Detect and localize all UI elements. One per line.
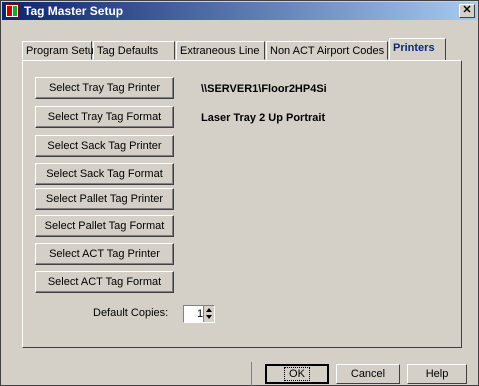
- ok-label: OK: [284, 367, 310, 381]
- select-pallet-tag-format-button[interactable]: Select Pallet Tag Format: [35, 215, 174, 237]
- tab-printers[interactable]: Printers: [389, 38, 446, 60]
- tray-format-value: Laser Tray 2 Up Portrait: [201, 112, 326, 124]
- title-bar[interactable]: Tag Master Setup ✕: [2, 2, 477, 20]
- default-copies-stepper[interactable]: 1: [183, 305, 215, 323]
- ok-button[interactable]: OK: [265, 364, 329, 384]
- close-icon[interactable]: ✕: [459, 4, 475, 18]
- footer-divider: [251, 362, 252, 386]
- select-act-tag-printer-button[interactable]: Select ACT Tag Printer: [35, 243, 174, 265]
- cancel-button[interactable]: Cancel: [336, 364, 400, 384]
- app-icon: [5, 4, 19, 18]
- stepper-down-icon[interactable]: [206, 315, 212, 319]
- tab-non-act-airport-codes[interactable]: Non ACT Airport Codes: [266, 41, 388, 60]
- help-button[interactable]: Help: [407, 364, 467, 384]
- select-act-tag-format-button[interactable]: Select ACT Tag Format: [35, 271, 174, 293]
- tray-printer-value: \\SERVER1\Floor2HP4Si: [201, 83, 327, 95]
- stepper-up-icon[interactable]: [206, 308, 212, 312]
- tag-master-setup-window: Tag Master Setup ✕ Program Setup Tag Def…: [0, 0, 479, 386]
- select-tray-tag-format-button[interactable]: Select Tray Tag Format: [35, 106, 174, 128]
- stepper-arrows[interactable]: [203, 306, 214, 322]
- select-sack-tag-format-button[interactable]: Select Sack Tag Format: [35, 163, 174, 185]
- select-sack-tag-printer-button[interactable]: Select Sack Tag Printer: [35, 135, 174, 157]
- select-pallet-tag-printer-button[interactable]: Select Pallet Tag Printer: [35, 188, 174, 210]
- tab-extraneous-line[interactable]: Extraneous Line: [176, 41, 265, 60]
- default-copies-label: Default Copies:: [93, 307, 169, 319]
- tab-tag-defaults[interactable]: Tag Defaults: [93, 41, 175, 60]
- window-title: Tag Master Setup: [24, 4, 124, 18]
- tab-program-setup[interactable]: Program Setup: [22, 41, 100, 60]
- select-tray-tag-printer-button[interactable]: Select Tray Tag Printer: [35, 77, 174, 99]
